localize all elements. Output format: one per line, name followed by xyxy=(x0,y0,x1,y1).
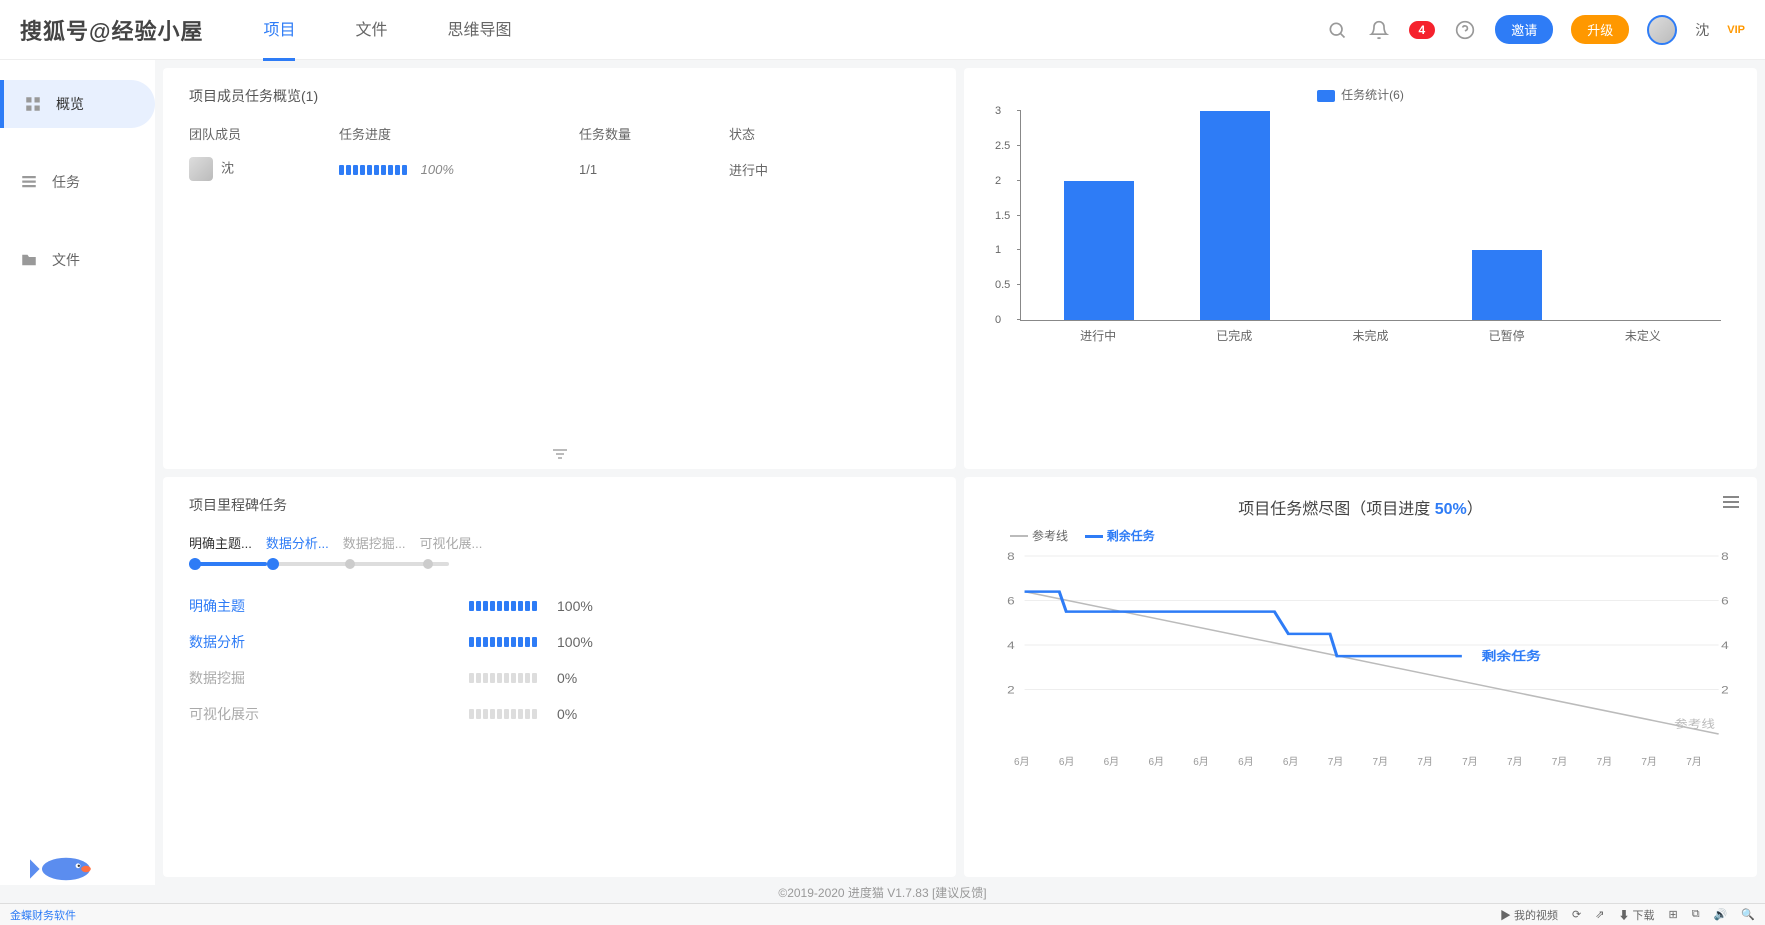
burndown-x-labels: 6月6月6月6月6月6月6月7月7月7月7月7月7月7月7月7月 xyxy=(990,753,1731,768)
sidebar-label: 任务 xyxy=(52,172,80,192)
progress-pct: 100% xyxy=(421,162,454,177)
svg-text:6: 6 xyxy=(1721,594,1729,606)
folder-icon xyxy=(20,251,38,269)
watermark: 搜狐号@经验小屋 xyxy=(20,14,203,46)
tab-project[interactable]: 项目 xyxy=(263,0,295,61)
task-status: 进行中 xyxy=(729,160,829,179)
feedback-link[interactable]: [建议反馈] xyxy=(932,886,987,900)
svg-text:6: 6 xyxy=(1007,594,1015,606)
svg-text:4: 4 xyxy=(1721,639,1729,651)
content-grid: 项目成员任务概览(1) 团队成员 任务进度 任务数量 状态 沈 100% 1/1… xyxy=(155,60,1765,885)
bar-chart: 00.511.522.53 xyxy=(1020,111,1721,321)
search-bottom-icon[interactable]: 🔍 xyxy=(1741,908,1755,921)
svg-text:参考线: 参考线 xyxy=(1674,716,1715,729)
vip-badge: VIP xyxy=(1727,24,1745,36)
filter-icon[interactable] xyxy=(552,447,568,463)
sound-icon[interactable]: 🔊 xyxy=(1714,908,1728,921)
app-header: 搜狐号@经验小屋 项目 文件 思维导图 4 邀请 升级 沈 VIP xyxy=(0,0,1765,60)
nav-tabs: 项目 文件 思维导图 xyxy=(263,0,1324,61)
burndown-legend: 参考线 剩余任务 xyxy=(990,527,1731,544)
menu-icon[interactable] xyxy=(1723,495,1739,512)
list-icon xyxy=(20,173,38,191)
milestone-row[interactable]: 数据挖掘 0% xyxy=(189,668,930,688)
member-avatar xyxy=(189,157,213,181)
card-title: 项目里程碑任务 xyxy=(189,495,930,515)
video-link[interactable]: ▶ 我的视频 xyxy=(1500,907,1558,923)
fish-mascot[interactable] xyxy=(30,845,110,885)
notification-badge[interactable]: 4 xyxy=(1409,21,1436,39)
svg-text:剩余任务: 剩余任务 xyxy=(1482,648,1542,662)
avatar[interactable] xyxy=(1647,15,1677,45)
burndown-title: 项目任务燃尽图（项目进度 50%） xyxy=(990,495,1731,519)
sidebar-item-files[interactable]: 文件 xyxy=(0,236,155,284)
tool-icon[interactable]: ⊞ xyxy=(1669,908,1678,921)
tab-files[interactable]: 文件 xyxy=(355,0,387,61)
search-icon[interactable] xyxy=(1325,18,1349,42)
col-status: 状态 xyxy=(729,124,829,143)
task-count: 1/1 xyxy=(579,162,729,177)
milestone-row[interactable]: 可视化展示 0% xyxy=(189,704,930,724)
bar[interactable] xyxy=(1472,250,1542,320)
svg-text:4: 4 xyxy=(1007,639,1015,651)
burndown-card: 项目任务燃尽图（项目进度 50%） 参考线 剩余任务 2 2 4 4 6 6 8 8 剩余任务参… xyxy=(964,477,1757,878)
milestone-tab[interactable]: 可视化展... xyxy=(420,533,483,552)
download-link[interactable]: ⬇ 下载 xyxy=(1618,907,1654,923)
milestone-row[interactable]: 明确主题 100% xyxy=(189,596,930,616)
bar[interactable] xyxy=(1064,181,1134,320)
svg-text:8: 8 xyxy=(1007,550,1015,562)
header-right: 4 邀请 升级 沈 VIP xyxy=(1325,15,1745,45)
x-axis-labels: 进行中已完成未完成已暂停未定义 xyxy=(1020,327,1721,344)
sidebar-item-overview[interactable]: 概览 xyxy=(0,80,155,128)
milestone-slider[interactable] xyxy=(189,562,449,566)
chart-legend: 任务统计(6) xyxy=(990,86,1731,103)
username: 沈 xyxy=(1695,20,1709,40)
milestone-tabs: 明确主题... 数据分析... 数据挖掘... 可视化展... xyxy=(189,533,930,552)
card-title: 项目成员任务概览(1) xyxy=(189,86,930,106)
col-member: 团队成员 xyxy=(189,124,339,143)
members-card: 项目成员任务概览(1) 团队成员 任务进度 任务数量 状态 沈 100% 1/1… xyxy=(163,68,956,469)
bottom-left-link[interactable]: 金蝶财务软件 xyxy=(10,907,76,923)
bell-icon[interactable] xyxy=(1367,18,1391,42)
refresh-icon[interactable]: ⟳ xyxy=(1572,908,1581,921)
milestone-rows: 明确主题 100% 数据分析 100% 数据挖掘 0% 可视化展示 0% xyxy=(189,596,930,724)
svg-text:2: 2 xyxy=(1007,683,1015,695)
col-count: 任务数量 xyxy=(579,124,729,143)
sidebar-label: 概览 xyxy=(56,94,84,114)
svg-text:2: 2 xyxy=(1721,683,1729,695)
milestone-tab[interactable]: 明确主题... xyxy=(189,533,252,552)
bar[interactable] xyxy=(1200,111,1270,320)
svg-text:8: 8 xyxy=(1721,550,1729,562)
burndown-chart: 2 2 4 4 6 6 8 8 剩余任务参考线 xyxy=(990,550,1731,750)
table-header: 团队成员 任务进度 任务数量 状态 xyxy=(189,124,930,143)
barchart-card: 任务统计(6) 00.511.522.53 进行中已完成未完成已暂停未定义 xyxy=(964,68,1757,469)
sidebar-label: 文件 xyxy=(52,250,80,270)
upgrade-button[interactable]: 升级 xyxy=(1571,15,1629,44)
copy-icon[interactable]: ⧉ xyxy=(1692,908,1700,921)
grid-icon xyxy=(24,95,42,113)
sidebar-item-tasks[interactable]: 任务 xyxy=(0,158,155,206)
tab-mindmap[interactable]: 思维导图 xyxy=(447,0,511,61)
col-progress: 任务进度 xyxy=(339,124,579,143)
bottom-bar: 金蝶财务软件 ▶ 我的视频 ⟳ ⇗ ⬇ 下载 ⊞ ⧉ 🔊 🔍 xyxy=(0,903,1765,925)
progress-bar xyxy=(339,165,407,175)
milestone-card: 项目里程碑任务 明确主题... 数据分析... 数据挖掘... 可视化展... 明确主… xyxy=(163,477,956,878)
footer: ©2019-2020 进度猫 V1.7.83 [建议反馈] xyxy=(778,884,986,901)
member-name: 沈 xyxy=(221,160,234,175)
sidebar: 概览 任务 文件 xyxy=(0,60,155,885)
help-icon[interactable] xyxy=(1453,18,1477,42)
table-row[interactable]: 沈 100% 1/1 进行中 xyxy=(189,157,930,181)
milestone-tab[interactable]: 数据分析... xyxy=(266,533,329,552)
invite-button[interactable]: 邀请 xyxy=(1495,15,1553,44)
main-layout: 概览 任务 文件 项目成员任务概览(1) 团队成员 任务进度 任务数量 状态 沈 xyxy=(0,60,1765,885)
rocket-icon[interactable]: ⇗ xyxy=(1595,908,1604,921)
milestone-row[interactable]: 数据分析 100% xyxy=(189,632,930,652)
bottom-right: ▶ 我的视频 ⟳ ⇗ ⬇ 下载 ⊞ ⧉ 🔊 🔍 xyxy=(1500,907,1755,923)
milestone-tab[interactable]: 数据挖掘... xyxy=(343,533,406,552)
